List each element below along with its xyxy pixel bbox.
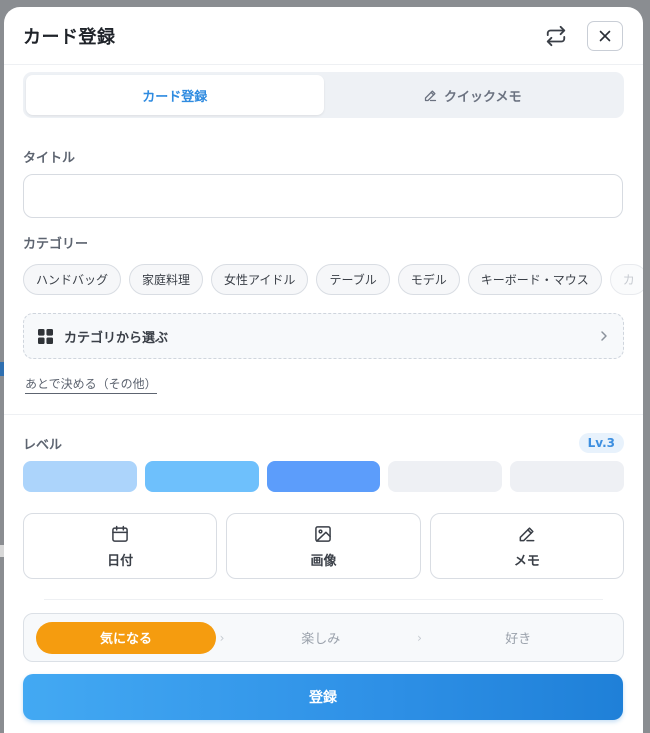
- feeling-step-love[interactable]: 好き: [426, 622, 612, 654]
- image-icon: [315, 525, 332, 542]
- memo-label: メモ: [513, 553, 540, 569]
- divider: [44, 599, 603, 600]
- category-chip[interactable]: モデル: [397, 264, 460, 295]
- step-chevron-icon: ›: [219, 630, 225, 645]
- header-actions: [543, 20, 623, 51]
- category-chip[interactable]: カ: [609, 264, 643, 295]
- decide-later-link[interactable]: あとで決める（その他）: [25, 375, 157, 394]
- level-badge: Lv.3: [578, 433, 624, 453]
- divider: [4, 414, 643, 415]
- swap-icon: [546, 25, 566, 46]
- level-bar-4[interactable]: [388, 461, 503, 492]
- category-chip[interactable]: 家庭料理: [129, 264, 204, 295]
- level-bar-3[interactable]: [266, 461, 381, 492]
- card-register-modal: カード登録 カード登録 クイックメモ タイトル カテゴリー ハンドバッグ 家庭料…: [4, 7, 643, 733]
- pencil-icon: [424, 90, 437, 101]
- feeling-step-interested[interactable]: 気になる: [36, 621, 216, 654]
- title-input[interactable]: [23, 174, 623, 218]
- modal-header: カード登録: [4, 7, 643, 65]
- pick-category-button[interactable]: カテゴリから選ぶ: [23, 313, 624, 359]
- category-chip[interactable]: キーボード・マウス: [467, 264, 602, 295]
- category-chip[interactable]: ハンドバッグ: [23, 264, 122, 295]
- swap-button[interactable]: [543, 23, 569, 49]
- feeling-step-looking-forward[interactable]: 楽しみ: [228, 622, 414, 654]
- tab-card-register[interactable]: カード登録: [26, 75, 324, 115]
- category-chip[interactable]: テーブル: [316, 264, 390, 295]
- tab-label: クイックメモ: [444, 89, 522, 105]
- grid-icon: [38, 328, 53, 344]
- chevron-right-icon: [601, 331, 607, 341]
- date-label: 日付: [107, 553, 134, 569]
- level-selector: [23, 461, 624, 492]
- level-bar-5[interactable]: [510, 461, 624, 492]
- feeling-stepper: 気になる › 楽しみ › 好き: [23, 613, 624, 662]
- pencil-icon: [519, 526, 535, 541]
- category-chip[interactable]: 女性アイドル: [211, 264, 309, 295]
- submit-button[interactable]: 登録: [23, 674, 623, 720]
- calendar-icon: [112, 525, 128, 542]
- modal-title: カード登録: [23, 26, 116, 48]
- attachment-actions: 日付 画像 メモ: [23, 513, 624, 579]
- image-button[interactable]: 画像: [226, 513, 421, 579]
- tab-quick-memo[interactable]: クイックメモ: [324, 75, 622, 115]
- level-bar-2[interactable]: [144, 461, 259, 492]
- memo-button[interactable]: メモ: [429, 513, 624, 579]
- tab-label: カード登録: [142, 89, 208, 105]
- image-label: 画像: [310, 553, 337, 569]
- category-label: カテゴリー: [23, 237, 89, 252]
- mode-tabs: カード登録 クイックメモ: [23, 72, 624, 118]
- step-chevron-icon: ›: [417, 630, 422, 645]
- level-header: レベル Lv.3: [23, 433, 624, 453]
- date-button[interactable]: 日付: [23, 513, 218, 579]
- level-label: レベル: [23, 437, 63, 453]
- level-bar-1[interactable]: [23, 461, 137, 492]
- category-chips: ハンドバッグ 家庭料理 女性アイドル テーブル モデル キーボード・マウス カ: [23, 264, 643, 295]
- close-button[interactable]: [587, 20, 623, 51]
- close-icon: [599, 30, 611, 41]
- pick-category-label: カテゴリから選ぶ: [64, 330, 169, 346]
- title-label: タイトル: [23, 151, 76, 166]
